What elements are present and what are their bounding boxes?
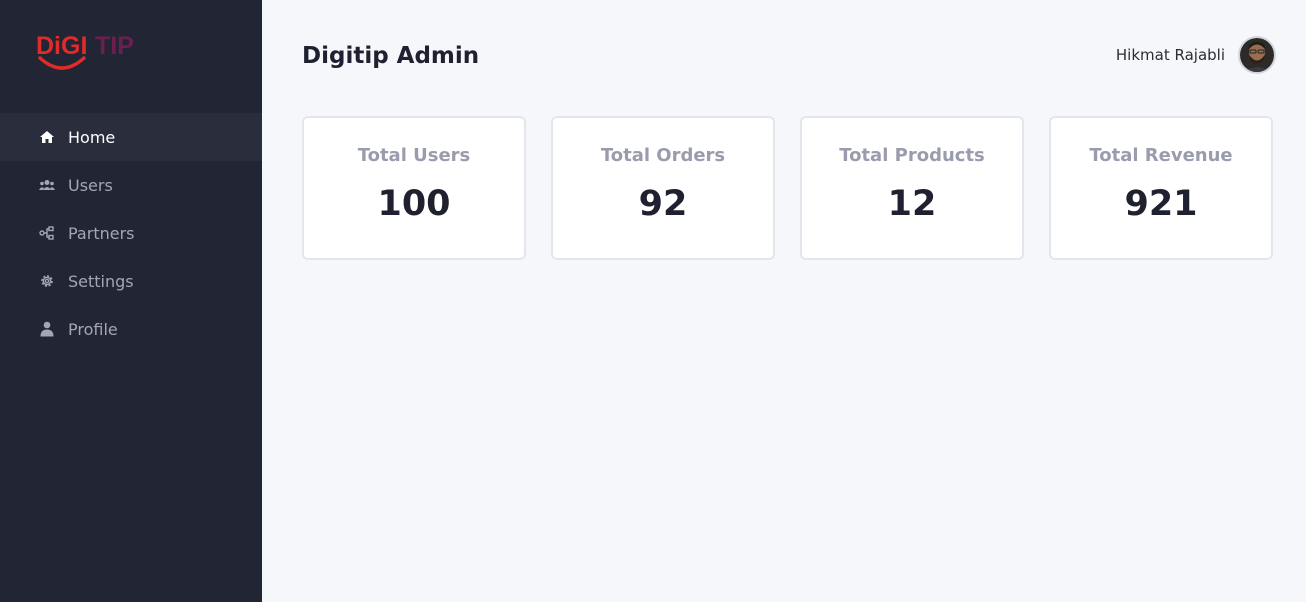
stat-card-users: Total Users 100 [302,116,526,260]
sidebar-item-label: Home [68,127,116,147]
svg-text:TIP: TIP [95,32,134,60]
sidebar-item-label: Profile [68,319,118,339]
home-icon [39,129,55,145]
stat-value: 12 [887,184,937,224]
user-menu[interactable]: Hikmat Rajabli [1116,36,1276,74]
app-layout: DiGI TIP Home Users Partners Settings Pr… [0,0,1306,602]
digitip-logo[interactable]: DiGI TIP [36,32,148,76]
stats-cards: Total Users 100 Total Orders 92 Total Pr… [302,116,1273,260]
stat-value: 100 [377,184,451,224]
user-name: Hikmat Rajabli [1115,46,1225,64]
sidebar-item-label: Users [68,175,113,195]
stat-card-revenue: Total Revenue 921 [1049,116,1273,260]
sidebar-item-label: Partners [68,223,135,243]
sidebar-item-label: Settings [68,271,134,291]
stat-title: Total Products [839,145,985,166]
gear-icon [39,273,55,289]
stat-value: 921 [1124,184,1198,224]
sidebar-item-profile[interactable]: Profile [0,305,262,353]
users-icon [39,177,55,193]
avatar[interactable] [1238,36,1276,74]
partners-icon [39,225,55,241]
main-content: Digitip Admin Hikmat Rajabli Total Users… [262,0,1306,602]
stat-value: 92 [638,184,688,224]
user-icon [39,321,55,337]
stat-card-products: Total Products 12 [800,116,1024,260]
svg-text:DiGI: DiGI [36,32,87,60]
stat-title: Total Revenue [1089,145,1233,166]
sidebar-item-settings[interactable]: Settings [0,257,262,305]
stat-card-orders: Total Orders 92 [551,116,775,260]
sidebar-item-partners[interactable]: Partners [0,209,262,257]
page-title: Digitip Admin [302,43,480,69]
sidebar-item-users[interactable]: Users [0,161,262,209]
stat-title: Total Users [357,145,471,166]
stat-title: Total Orders [600,145,726,166]
sidebar: DiGI TIP Home Users Partners Settings Pr… [0,0,262,602]
sidebar-item-home[interactable]: Home [0,113,262,161]
sidebar-nav: Home Users Partners Settings Profile [0,113,262,353]
